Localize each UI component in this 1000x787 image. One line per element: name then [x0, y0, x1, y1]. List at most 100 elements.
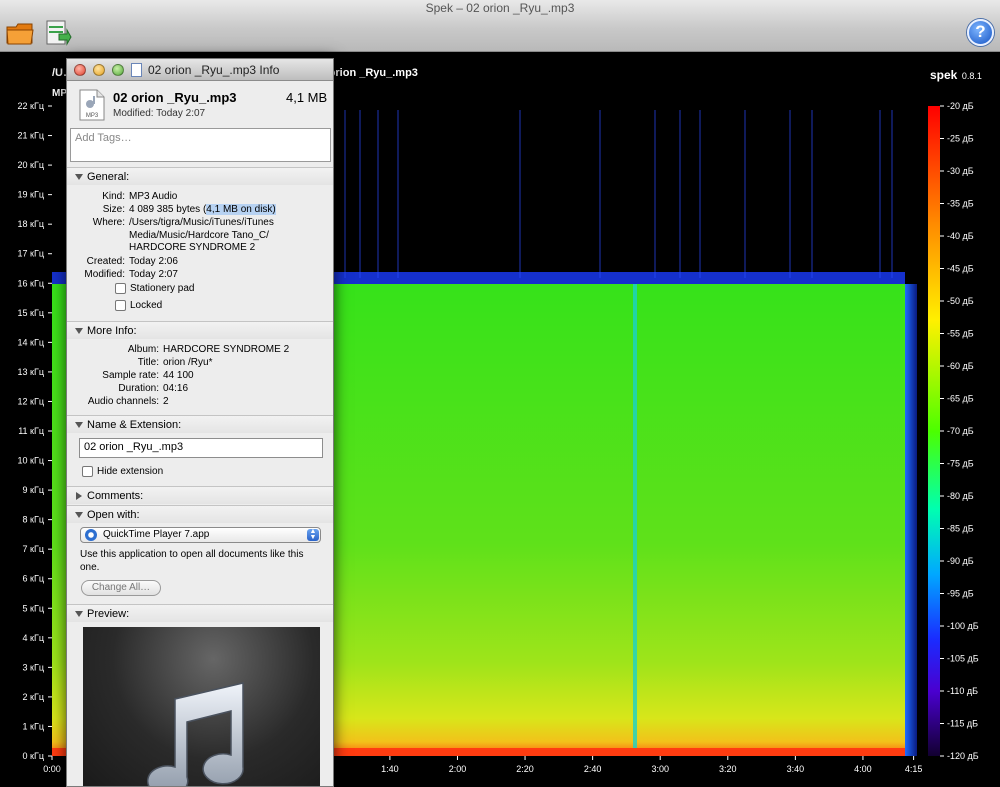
size-value: 4 089 385 bytes (4,1 MB on disk): [129, 204, 276, 215]
section-open-with-label: Open with:: [87, 509, 140, 521]
window-titlebar: Spek – 02 orion _Ryu_.mp3 ?: [0, 0, 1000, 52]
file-badge: MP3: [86, 113, 99, 119]
db-tick-label: -120 дБ: [947, 751, 979, 761]
where-label: Where:: [92, 217, 125, 228]
time-tick-label: 4:15: [905, 764, 923, 774]
folder-icon: [6, 23, 34, 45]
section-preview[interactable]: Preview:: [67, 604, 333, 622]
freq-tick-label: 13 кГц: [18, 367, 44, 377]
album-value: HARDCORE SYNDROME 2: [163, 344, 290, 355]
sample-rate-label: Sample rate:: [102, 370, 159, 381]
section-comments[interactable]: Comments:: [67, 486, 333, 504]
open-file-button[interactable]: [5, 18, 35, 48]
freq-tick-label: 9 кГц: [23, 485, 44, 495]
channels-label: Audio channels:: [87, 396, 159, 407]
freq-tick-label: 16 кГц: [18, 278, 44, 288]
db-tick-label: -25 дБ: [947, 134, 974, 144]
zoom-window-button[interactable]: [112, 64, 124, 76]
disclosure-open-icon: [75, 174, 83, 180]
disclosure-open-icon: [75, 422, 83, 428]
freq-tick-label: 17 кГц: [18, 249, 44, 259]
window-title: Spek – 02 orion _Ryu_.mp3: [425, 1, 575, 15]
file-modified: Modified: Today 2:07: [113, 108, 206, 119]
select-arrows-icon: ▲ ▼: [307, 528, 319, 541]
db-tick-label: -70 дБ: [947, 426, 974, 436]
freq-tick-label: 1 кГц: [23, 721, 44, 731]
db-tick-label: -50 дБ: [947, 296, 974, 306]
frequency-axis: 22 кГц 21 кГц 20 кГц 19 кГц 18 кГц 17 кГц 16 к…: [18, 101, 52, 761]
brand-name: spek: [930, 68, 958, 82]
sample-rate-value: 44 100: [163, 370, 194, 381]
info-panel-title: 02 orion _Ryu_.mp3 Info: [148, 63, 280, 77]
title-label: Title:: [137, 357, 159, 368]
album-label: Album:: [127, 344, 159, 355]
open-with-select[interactable]: QuickTime Player 7.app ▲ ▼: [80, 527, 321, 543]
size-on-disk: 4,1 MB on disk): [206, 204, 276, 215]
freq-tick-label: 8 кГц: [23, 515, 44, 525]
db-tick-label: -90 дБ: [947, 556, 974, 566]
freq-tick-label: 2 кГц: [23, 692, 44, 702]
created-label: Created:: [86, 256, 125, 267]
document-icon: [131, 63, 142, 77]
section-name-extension[interactable]: Name & Extension:: [67, 415, 333, 433]
db-tick-label: -75 дБ: [947, 459, 974, 469]
hide-extension-checkbox[interactable]: [82, 466, 93, 477]
db-tick-label: -105 дБ: [947, 654, 979, 664]
kind-label: Kind:: [102, 191, 125, 202]
stationery-label: Stationery pad: [130, 283, 195, 294]
save-button[interactable]: [42, 18, 72, 48]
title-value: orion /Ryu*: [163, 357, 213, 368]
db-tick-label: -60 дБ: [947, 361, 974, 371]
modified-label: Modified:: [84, 269, 125, 280]
minimize-window-button[interactable]: [93, 64, 105, 76]
stationery-checkbox[interactable]: [115, 283, 126, 294]
freq-tick-label: 14 кГц: [18, 337, 44, 347]
file-size: 4,1 MB: [286, 90, 328, 105]
disclosure-open-icon: [75, 328, 83, 334]
disclosure-open-icon: [75, 512, 83, 518]
change-all-button[interactable]: Change All…: [81, 580, 161, 596]
preview-area: [83, 627, 320, 786]
freq-tick-label: 10 кГц: [18, 456, 44, 466]
freq-tick-label: 15 кГц: [18, 308, 44, 318]
brand-version: 0.8.1: [961, 71, 982, 81]
kind-value: MP3 Audio: [129, 191, 178, 202]
help-button[interactable]: ?: [967, 19, 994, 46]
freq-tick-label: 21 кГц: [18, 131, 44, 141]
time-tick-label: 0:00: [43, 764, 61, 774]
db-tick-label: -80 дБ: [947, 491, 974, 501]
locked-checkbox[interactable]: [115, 300, 126, 311]
brand: spek 0.8.1: [930, 66, 982, 84]
freq-tick-label: 18 кГц: [18, 219, 44, 229]
where-line-2: Media/Music/Hardcore Tano_C/: [129, 230, 269, 241]
time-tick-label: 2:40: [584, 764, 602, 774]
db-tick-label: -95 дБ: [947, 589, 974, 599]
close-window-button[interactable]: [74, 64, 86, 76]
tags-input[interactable]: Add Tags…: [70, 128, 331, 162]
disclosure-open-icon: [75, 611, 83, 617]
name-input[interactable]: 02 orion _Ryu_.mp3: [79, 438, 323, 458]
locked-label: Locked: [130, 300, 163, 311]
info-panel-titlebar[interactable]: 02 orion _Ryu_.mp3 Info: [67, 59, 333, 81]
db-tick-label: -55 дБ: [947, 329, 974, 339]
open-with-description: Use this application to open all documen…: [80, 549, 304, 573]
section-open-with[interactable]: Open with:: [67, 505, 333, 523]
channels-value: 2: [163, 396, 169, 407]
duration-label: Duration:: [118, 383, 159, 394]
section-more-info[interactable]: More Info:: [67, 321, 333, 339]
db-scale: -20 дБ -25 дБ -30 дБ -35 дБ -40 дБ -45 дБ -50 …: [928, 101, 979, 761]
where-line-1: /Users/tigra/Music/iTunes/iTunes: [129, 217, 274, 228]
time-tick-label: 1:40: [381, 764, 399, 774]
freq-tick-label: 3 кГц: [23, 662, 44, 672]
music-note-icon: [147, 682, 244, 786]
duration-value: 04:16: [163, 383, 189, 394]
quicktime-icon: [85, 529, 97, 541]
db-tick-label: -115 дБ: [947, 719, 978, 729]
section-general-label: General:: [87, 171, 130, 183]
db-tick-label: -65 дБ: [947, 394, 974, 404]
time-tick-label: 2:20: [516, 764, 534, 774]
freq-tick-label: 20 кГц: [18, 160, 44, 170]
section-general[interactable]: General:: [67, 167, 333, 185]
help-icon: ?: [975, 22, 986, 41]
db-tick-label: -40 дБ: [947, 231, 974, 241]
